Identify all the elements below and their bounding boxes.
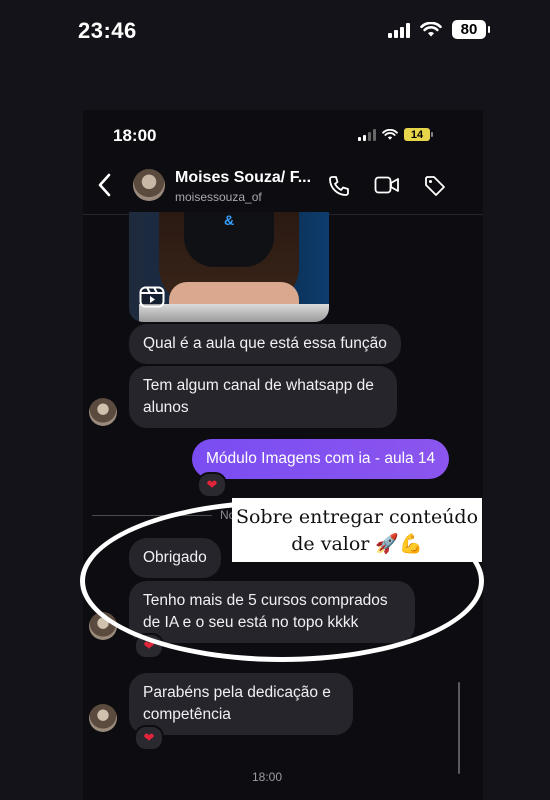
message-bubble[interactable]: Tem algum canal de whatsapp de alunos xyxy=(129,366,397,428)
reel-icon xyxy=(139,286,165,308)
message-bubble[interactable]: Parabéns pela dedicação e competência xyxy=(129,673,353,735)
contact-username: moisessouza_of xyxy=(175,190,262,204)
contact-name[interactable]: Moises Souza/ F... xyxy=(175,169,311,187)
inner-status-time: 18:00 xyxy=(113,126,157,145)
message-timestamp: 18:00 xyxy=(252,770,283,784)
scrollbar[interactable] xyxy=(458,682,460,774)
caption-overlay: Sobre entregar conteúdo de valor 🚀💪 xyxy=(232,498,482,562)
sent-message-bubble[interactable]: Módulo Imagens com ia - aula 14 xyxy=(192,439,450,479)
heart-reaction-icon[interactable]: ❤ xyxy=(134,725,164,751)
inner-battery-indicator: 14 xyxy=(404,128,433,141)
battery-indicator: 80 xyxy=(452,20,490,39)
tag-icon[interactable] xyxy=(423,174,447,198)
inner-signal-icon xyxy=(358,128,376,141)
sender-avatar[interactable] xyxy=(89,704,117,732)
wifi-icon xyxy=(420,21,442,36)
sender-avatar[interactable] xyxy=(89,398,117,426)
inner-wifi-icon xyxy=(382,128,398,140)
contact-avatar[interactable] xyxy=(133,169,165,201)
inner-status-icons: 14 xyxy=(358,128,433,141)
shared-reel-thumbnail[interactable]: & xyxy=(129,212,329,322)
phone-icon[interactable] xyxy=(327,174,351,198)
signal-icon xyxy=(388,22,410,38)
status-time: 23:46 xyxy=(78,18,137,43)
back-chevron-icon[interactable] xyxy=(96,172,114,198)
video-call-icon[interactable] xyxy=(374,174,400,196)
heart-reaction-icon[interactable]: ❤ xyxy=(197,472,227,498)
status-icons: 80 xyxy=(388,20,490,39)
message-bubble[interactable]: Qual é a aula que está essa função xyxy=(129,324,401,364)
